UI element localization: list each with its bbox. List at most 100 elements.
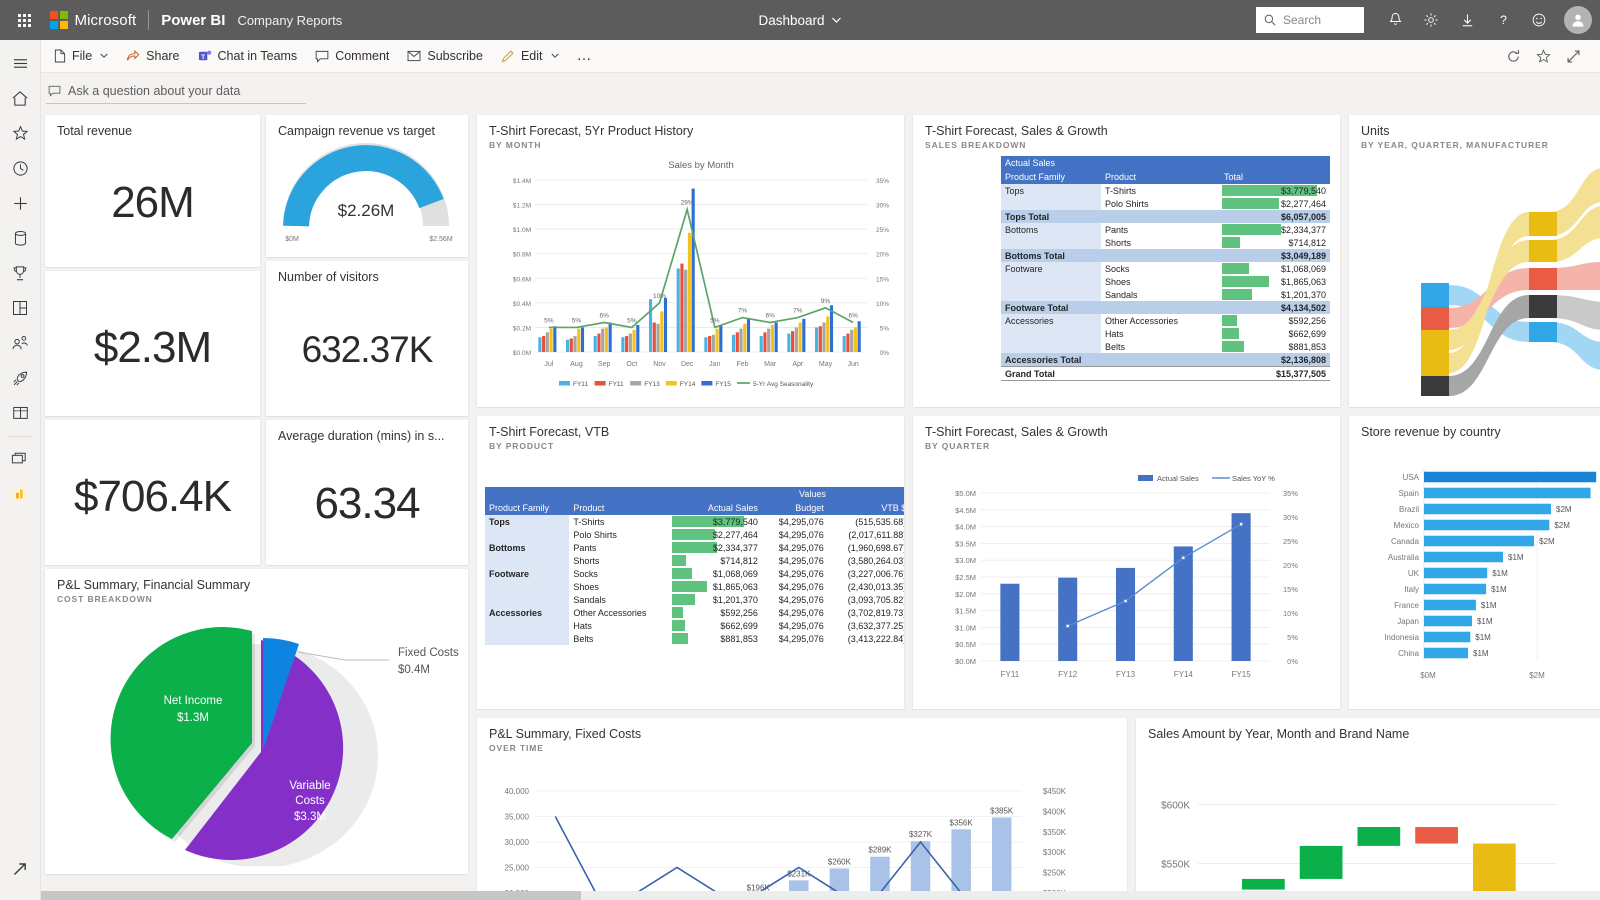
expand-nav-button[interactable]: [3, 852, 37, 886]
sidebar-item-shared[interactable]: [3, 326, 37, 360]
sidebar-item-goals[interactable]: [3, 256, 37, 290]
canvas-horizontal-scrollbar[interactable]: [41, 891, 1600, 900]
tile-campaign-gauge[interactable]: Campaign revenue vs target $2.26M $0M $2…: [266, 115, 468, 257]
table-row[interactable]: BottomsPants$2,334,377: [1001, 223, 1330, 236]
qna-input[interactable]: Ask a question about your data: [46, 81, 306, 104]
tile-subtitle: COST BREAKDOWN: [45, 592, 468, 604]
fullscreen-icon[interactable]: [1560, 43, 1586, 69]
microsoft-logo[interactable]: Microsoft: [50, 11, 136, 29]
tile-pnl-fixed-costs[interactable]: P&L Summary, Fixed Costs OVER TIME 40,00…: [477, 718, 1127, 900]
sidebar-item-deployment[interactable]: [3, 361, 37, 395]
table-row[interactable]: Belts$881,853$4,295,076(3,413,222.84)-79…: [485, 632, 904, 645]
refresh-icon[interactable]: [1500, 43, 1526, 69]
tile-average-duration[interactable]: Average duration (mins) in s... 63.34: [266, 420, 468, 565]
table-row[interactable]: Grand Total$15,377,505: [1001, 367, 1330, 381]
more-options-button[interactable]: …: [569, 47, 601, 65]
sidebar-item-current-workspace[interactable]: [3, 477, 37, 511]
vtb-column-header[interactable]: Product: [569, 501, 670, 515]
sales-breakdown-table[interactable]: Actual SalesProduct FamilyProductTotalTo…: [1001, 156, 1330, 381]
edit-button[interactable]: Edit: [493, 45, 567, 67]
dashboard-canvas[interactable]: Total revenue 26M Campaign revenue vs ta…: [41, 111, 1600, 900]
user-avatar[interactable]: [1564, 6, 1592, 34]
table-row[interactable]: BottomsPants$2,334,377$4,295,076(1,960,6…: [485, 541, 904, 554]
dashboard-selector[interactable]: Dashboard: [758, 13, 841, 28]
scrollbar-thumb[interactable]: [41, 891, 581, 900]
matrix-column-header[interactable]: Product: [1101, 170, 1220, 184]
app-launcher-button[interactable]: [8, 4, 40, 36]
table-row[interactable]: Bottoms Total$3,049,189: [1001, 249, 1330, 262]
tile-pnl-pie[interactable]: P&L Summary, Financial Summary COST BREA…: [45, 569, 468, 874]
tile-revenue-2-3m[interactable]: $2.3M: [45, 271, 260, 416]
sidebar-item-home[interactable]: [3, 81, 37, 115]
share-button[interactable]: Share: [118, 45, 187, 67]
table-row[interactable]: Footware Total$4,134,502: [1001, 301, 1330, 314]
matrix-column-header[interactable]: Product Family: [1001, 170, 1101, 184]
table-row[interactable]: Accessories Total$2,136,808: [1001, 353, 1330, 367]
table-row[interactable]: Sandals$1,201,370: [1001, 288, 1330, 301]
tile-store-revenue[interactable]: Store revenue by country USASpainBrazil$…: [1349, 416, 1600, 709]
table-row[interactable]: Tops Total$6,057,005: [1001, 210, 1330, 223]
hamburger-menu[interactable]: [3, 46, 37, 80]
tile-sales-amount-brand[interactable]: Sales Amount by Year, Month and Brand Na…: [1136, 718, 1600, 900]
tile-total-revenue[interactable]: Total revenue 26M: [45, 115, 260, 267]
search-input[interactable]: Search: [1256, 7, 1364, 33]
vtb-column-header[interactable]: Product Family: [485, 501, 569, 515]
help-icon[interactable]: ?: [1486, 3, 1520, 37]
table-row[interactable]: Hats$662,699: [1001, 327, 1330, 340]
table-row[interactable]: TopsT-Shirts$3,779,540$4,295,076(515,535…: [485, 515, 904, 528]
report-name-label[interactable]: Company Reports: [237, 13, 342, 28]
powerbi-product-name[interactable]: Power BI: [161, 12, 225, 29]
table-row[interactable]: Shorts$714,812: [1001, 236, 1330, 249]
bar: [605, 328, 608, 353]
tile-units-sankey[interactable]: Units BY YEAR, QUARTER, MANUFACTURER: [1349, 115, 1600, 407]
legend-swatch: [701, 381, 712, 386]
tile-sales-breakdown[interactable]: T-Shirt Forecast, Sales & Growth SALES B…: [913, 115, 1340, 407]
table-row[interactable]: FootwareSocks$1,068,069: [1001, 262, 1330, 275]
table-row[interactable]: FootwareSocks$1,068,069$4,295,076(3,227,…: [485, 567, 904, 580]
table-row[interactable]: TopsT-Shirts$3,779,540: [1001, 184, 1330, 197]
table-row[interactable]: AccessoriesOther Accessories$592,256: [1001, 314, 1330, 327]
chat-in-teams-button[interactable]: T Chat in Teams: [190, 45, 306, 67]
sidebar-item-favorites[interactable]: [3, 116, 37, 150]
table-row[interactable]: Belts$881,853: [1001, 340, 1330, 353]
sidebar-item-datasets[interactable]: [3, 221, 37, 255]
table-row[interactable]: Shoes$1,865,063$4,295,076(2,430,013.35)-…: [485, 580, 904, 593]
tile-revenue-706k[interactable]: $706.4K: [45, 420, 260, 565]
favorite-star-icon[interactable]: [1530, 43, 1556, 69]
vtb-column-header[interactable]: Budget: [762, 501, 828, 515]
table-row[interactable]: AccessoriesOther Accessories$592,256$4,2…: [485, 606, 904, 619]
subscribe-button[interactable]: Subscribe: [399, 45, 491, 67]
feedback-smiley-icon[interactable]: [1522, 3, 1556, 37]
x-tick-label: Oct: [626, 361, 637, 368]
table-row[interactable]: Hats$662,699$4,295,076(3,632,377.25)-85%: [485, 619, 904, 632]
notifications-icon[interactable]: [1378, 3, 1412, 37]
sidebar-item-apps[interactable]: [3, 291, 37, 325]
vtb-column-header[interactable]: VTB $: [828, 501, 904, 515]
sidebar-item-create[interactable]: [3, 186, 37, 220]
tile-sales-growth-quarter[interactable]: T-Shirt Forecast, Sales & Growth BY QUAR…: [913, 416, 1340, 709]
top-navigation-bar: Microsoft Power BI Company Reports Dashb…: [0, 0, 1600, 40]
table-row[interactable]: Shorts$714,812$4,295,076(3,580,264.03)-8…: [485, 554, 904, 567]
tile-forecast-by-month[interactable]: T-Shirt Forecast, 5Yr Product History BY…: [477, 115, 904, 407]
comment-button[interactable]: Comment: [307, 45, 397, 67]
bar: [815, 328, 818, 353]
file-menu-button[interactable]: File: [46, 45, 116, 67]
table-row[interactable]: Polo Shirts$2,277,464: [1001, 197, 1330, 210]
vtb-column-header[interactable]: Actual Sales: [670, 501, 762, 515]
bar: [1424, 488, 1591, 499]
settings-gear-icon[interactable]: [1414, 3, 1448, 37]
table-row[interactable]: Polo Shirts$2,277,464$4,295,076(2,017,61…: [485, 528, 904, 541]
sidebar-item-workspaces[interactable]: [3, 442, 37, 476]
cell-budget: $4,295,076: [762, 528, 828, 541]
tile-forecast-vtb[interactable]: T-Shirt Forecast, VTB BY PRODUCT ValuesP…: [477, 416, 904, 709]
sidebar-item-recent[interactable]: [3, 151, 37, 185]
sidebar-item-learn[interactable]: [3, 396, 37, 430]
tile-number-of-visitors[interactable]: Number of visitors 632.37K: [266, 261, 468, 416]
y2-tick-label: 35%: [876, 178, 889, 185]
matrix-column-header[interactable]: Total: [1220, 170, 1330, 184]
table-row[interactable]: Shoes$1,865,063: [1001, 275, 1330, 288]
table-row[interactable]: Sandals$1,201,370$4,295,076(3,093,705.82…: [485, 593, 904, 606]
vtb-table[interactable]: ValuesProduct FamilyProductActual SalesB…: [485, 487, 904, 645]
bar: [846, 334, 849, 352]
download-icon[interactable]: [1450, 3, 1484, 37]
